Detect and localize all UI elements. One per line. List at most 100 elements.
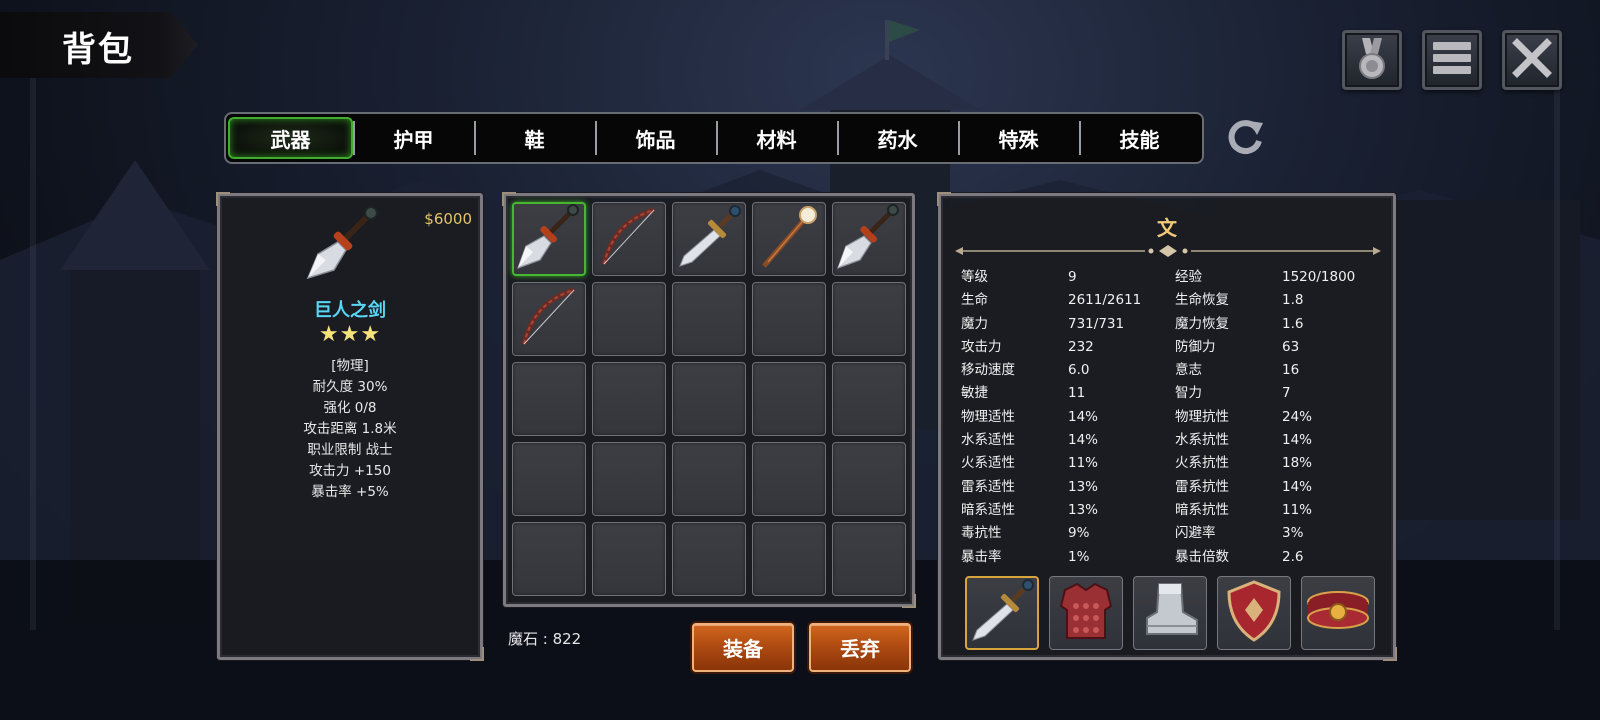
stat-row: 暗系适性 13% 暗系抗性 11%	[961, 499, 1381, 522]
stat-value: 1520/1800	[1282, 269, 1356, 285]
tab-special[interactable]: 特殊	[958, 117, 1079, 159]
menu-button[interactable]	[1422, 30, 1482, 90]
inventory-slot[interactable]	[592, 522, 666, 596]
inventory-slot[interactable]	[512, 282, 586, 356]
page-title: 背包	[62, 30, 134, 70]
close-button[interactable]	[1502, 30, 1562, 90]
equipped-items	[965, 576, 1375, 650]
inventory-slot[interactable]	[832, 522, 906, 596]
stat-row: 魔力 731/731 魔力恢复 1.6	[961, 313, 1381, 336]
medal-icon	[1352, 36, 1392, 84]
tab-skills[interactable]: 技能	[1079, 117, 1200, 159]
inventory-slot[interactable]	[592, 282, 666, 356]
tab-accessories[interactable]: 饰品	[595, 117, 716, 159]
character-name: 文	[1157, 216, 1177, 240]
stat-row: 攻击力 232 防御力 63	[961, 336, 1381, 359]
bow-icon	[594, 202, 664, 276]
inventory-slot[interactable]	[672, 442, 746, 516]
discard-button[interactable]: 丢弃	[809, 623, 911, 672]
inventory-slot[interactable]	[512, 362, 586, 436]
refresh-button[interactable]	[1222, 116, 1268, 162]
stat-label: 魔力	[961, 315, 988, 332]
item-attribute: 暴击率 +5%	[311, 484, 389, 500]
item-attribute: 耐久度 30%	[312, 379, 388, 395]
stat-value: 2.6	[1282, 548, 1304, 565]
stat-label: 暴击率	[961, 548, 1002, 565]
inventory-slot[interactable]	[512, 442, 586, 516]
inventory-slot[interactable]	[832, 202, 906, 276]
bow-icon	[514, 282, 584, 356]
stat-label: 雷系适性	[961, 478, 1015, 495]
stat-value: 18%	[1282, 455, 1313, 472]
stat-label: 火系适性	[961, 455, 1015, 472]
inventory-slot[interactable]	[752, 282, 826, 356]
stat-row: 暴击率 1% 暴击倍数 2.6	[961, 546, 1381, 569]
character-stats-panel: 文 等级 9 经验 1520/1800 生命 2611/2611 生命恢复 1.8 魔力 731/…	[937, 192, 1397, 661]
stat-row: 移动速度 6.0 意志 16	[961, 359, 1381, 382]
stat-value: 14%	[1068, 408, 1099, 425]
stat-label: 水系抗性	[1175, 432, 1229, 449]
stat-value: 6.0	[1068, 362, 1090, 379]
inventory-slot[interactable]	[752, 202, 826, 276]
stat-row: 毒抗性 9% 闪避率 3%	[961, 522, 1381, 545]
inventory-slot[interactable]	[672, 202, 746, 276]
item-name: 巨人之剑	[314, 300, 386, 321]
stat-label: 物理抗性	[1175, 408, 1229, 425]
stat-label: 生命	[961, 292, 988, 309]
stat-row: 敏捷 11 智力 7	[961, 382, 1381, 405]
inventory-slot[interactable]	[832, 442, 906, 516]
equipment-slot-shield[interactable]	[1217, 576, 1291, 650]
category-tabs: 武器 护甲 鞋 饰品 材料 药水 特殊 技能	[224, 112, 1204, 164]
inventory-slot[interactable]	[752, 442, 826, 516]
stat-value: 13%	[1068, 478, 1099, 495]
stat-label: 暗系抗性	[1175, 501, 1229, 518]
tab-armor[interactable]: 护甲	[353, 117, 474, 159]
equipment-slot-armor[interactable]	[1049, 576, 1123, 650]
stat-label: 敏捷	[961, 385, 988, 402]
stat-value: 63	[1282, 338, 1300, 355]
stat-value: 1%	[1068, 548, 1090, 565]
equipment-slot-dagger[interactable]	[965, 576, 1039, 650]
stat-value: 11%	[1068, 455, 1099, 472]
item-attribute: 攻击距离 1.8米	[303, 421, 397, 437]
inventory-slot[interactable]	[672, 282, 746, 356]
stat-row: 等级 9 经验 1520/1800	[961, 266, 1381, 289]
inventory-slot[interactable]	[832, 282, 906, 356]
item-attribute: 攻击力 +150	[309, 463, 391, 479]
equipment-slot-boots[interactable]	[1133, 576, 1207, 650]
stat-label: 等级	[961, 269, 988, 285]
stat-label: 魔力恢复	[1175, 315, 1229, 332]
stat-label: 经验	[1175, 269, 1202, 285]
inventory-slot[interactable]	[592, 362, 666, 436]
stat-row: 物理适性 14% 物理抗性 24%	[961, 406, 1381, 429]
achievements-button[interactable]	[1342, 30, 1402, 90]
stat-label: 移动速度	[961, 362, 1015, 379]
inventory-slot[interactable]	[752, 522, 826, 596]
sword-icon	[514, 202, 584, 276]
item-attribute: 强化 0/8	[323, 400, 377, 416]
inventory-slot[interactable]	[592, 442, 666, 516]
tab-potions[interactable]: 药水	[837, 117, 958, 159]
inventory-slot[interactable]	[512, 202, 586, 276]
stat-row: 水系适性 14% 水系抗性 14%	[961, 429, 1381, 452]
stat-label: 智力	[1175, 385, 1202, 402]
equip-button[interactable]: 装备	[692, 623, 794, 672]
tab-shoes[interactable]: 鞋	[474, 117, 595, 159]
inventory-slot[interactable]	[752, 362, 826, 436]
inventory-slot[interactable]	[512, 522, 586, 596]
inventory-slot[interactable]	[672, 362, 746, 436]
stat-label: 毒抗性	[961, 525, 1002, 542]
inventory-slot[interactable]	[672, 522, 746, 596]
inventory-slot[interactable]	[592, 202, 666, 276]
stat-label: 意志	[1175, 362, 1202, 379]
stat-row: 雷系适性 13% 雷系抗性 14%	[961, 476, 1381, 499]
stat-value: 14%	[1282, 432, 1313, 449]
stat-value: 9%	[1068, 525, 1090, 542]
tab-weapons[interactable]: 武器	[228, 117, 353, 159]
equipment-slot-belt[interactable]	[1301, 576, 1375, 650]
stat-row: 生命 2611/2611 生命恢复 1.8	[961, 289, 1381, 312]
inventory-grid	[512, 202, 906, 596]
inventory-slot[interactable]	[832, 362, 906, 436]
item-attribute: 职业限制 战士	[307, 442, 393, 458]
tab-materials[interactable]: 材料	[716, 117, 837, 159]
